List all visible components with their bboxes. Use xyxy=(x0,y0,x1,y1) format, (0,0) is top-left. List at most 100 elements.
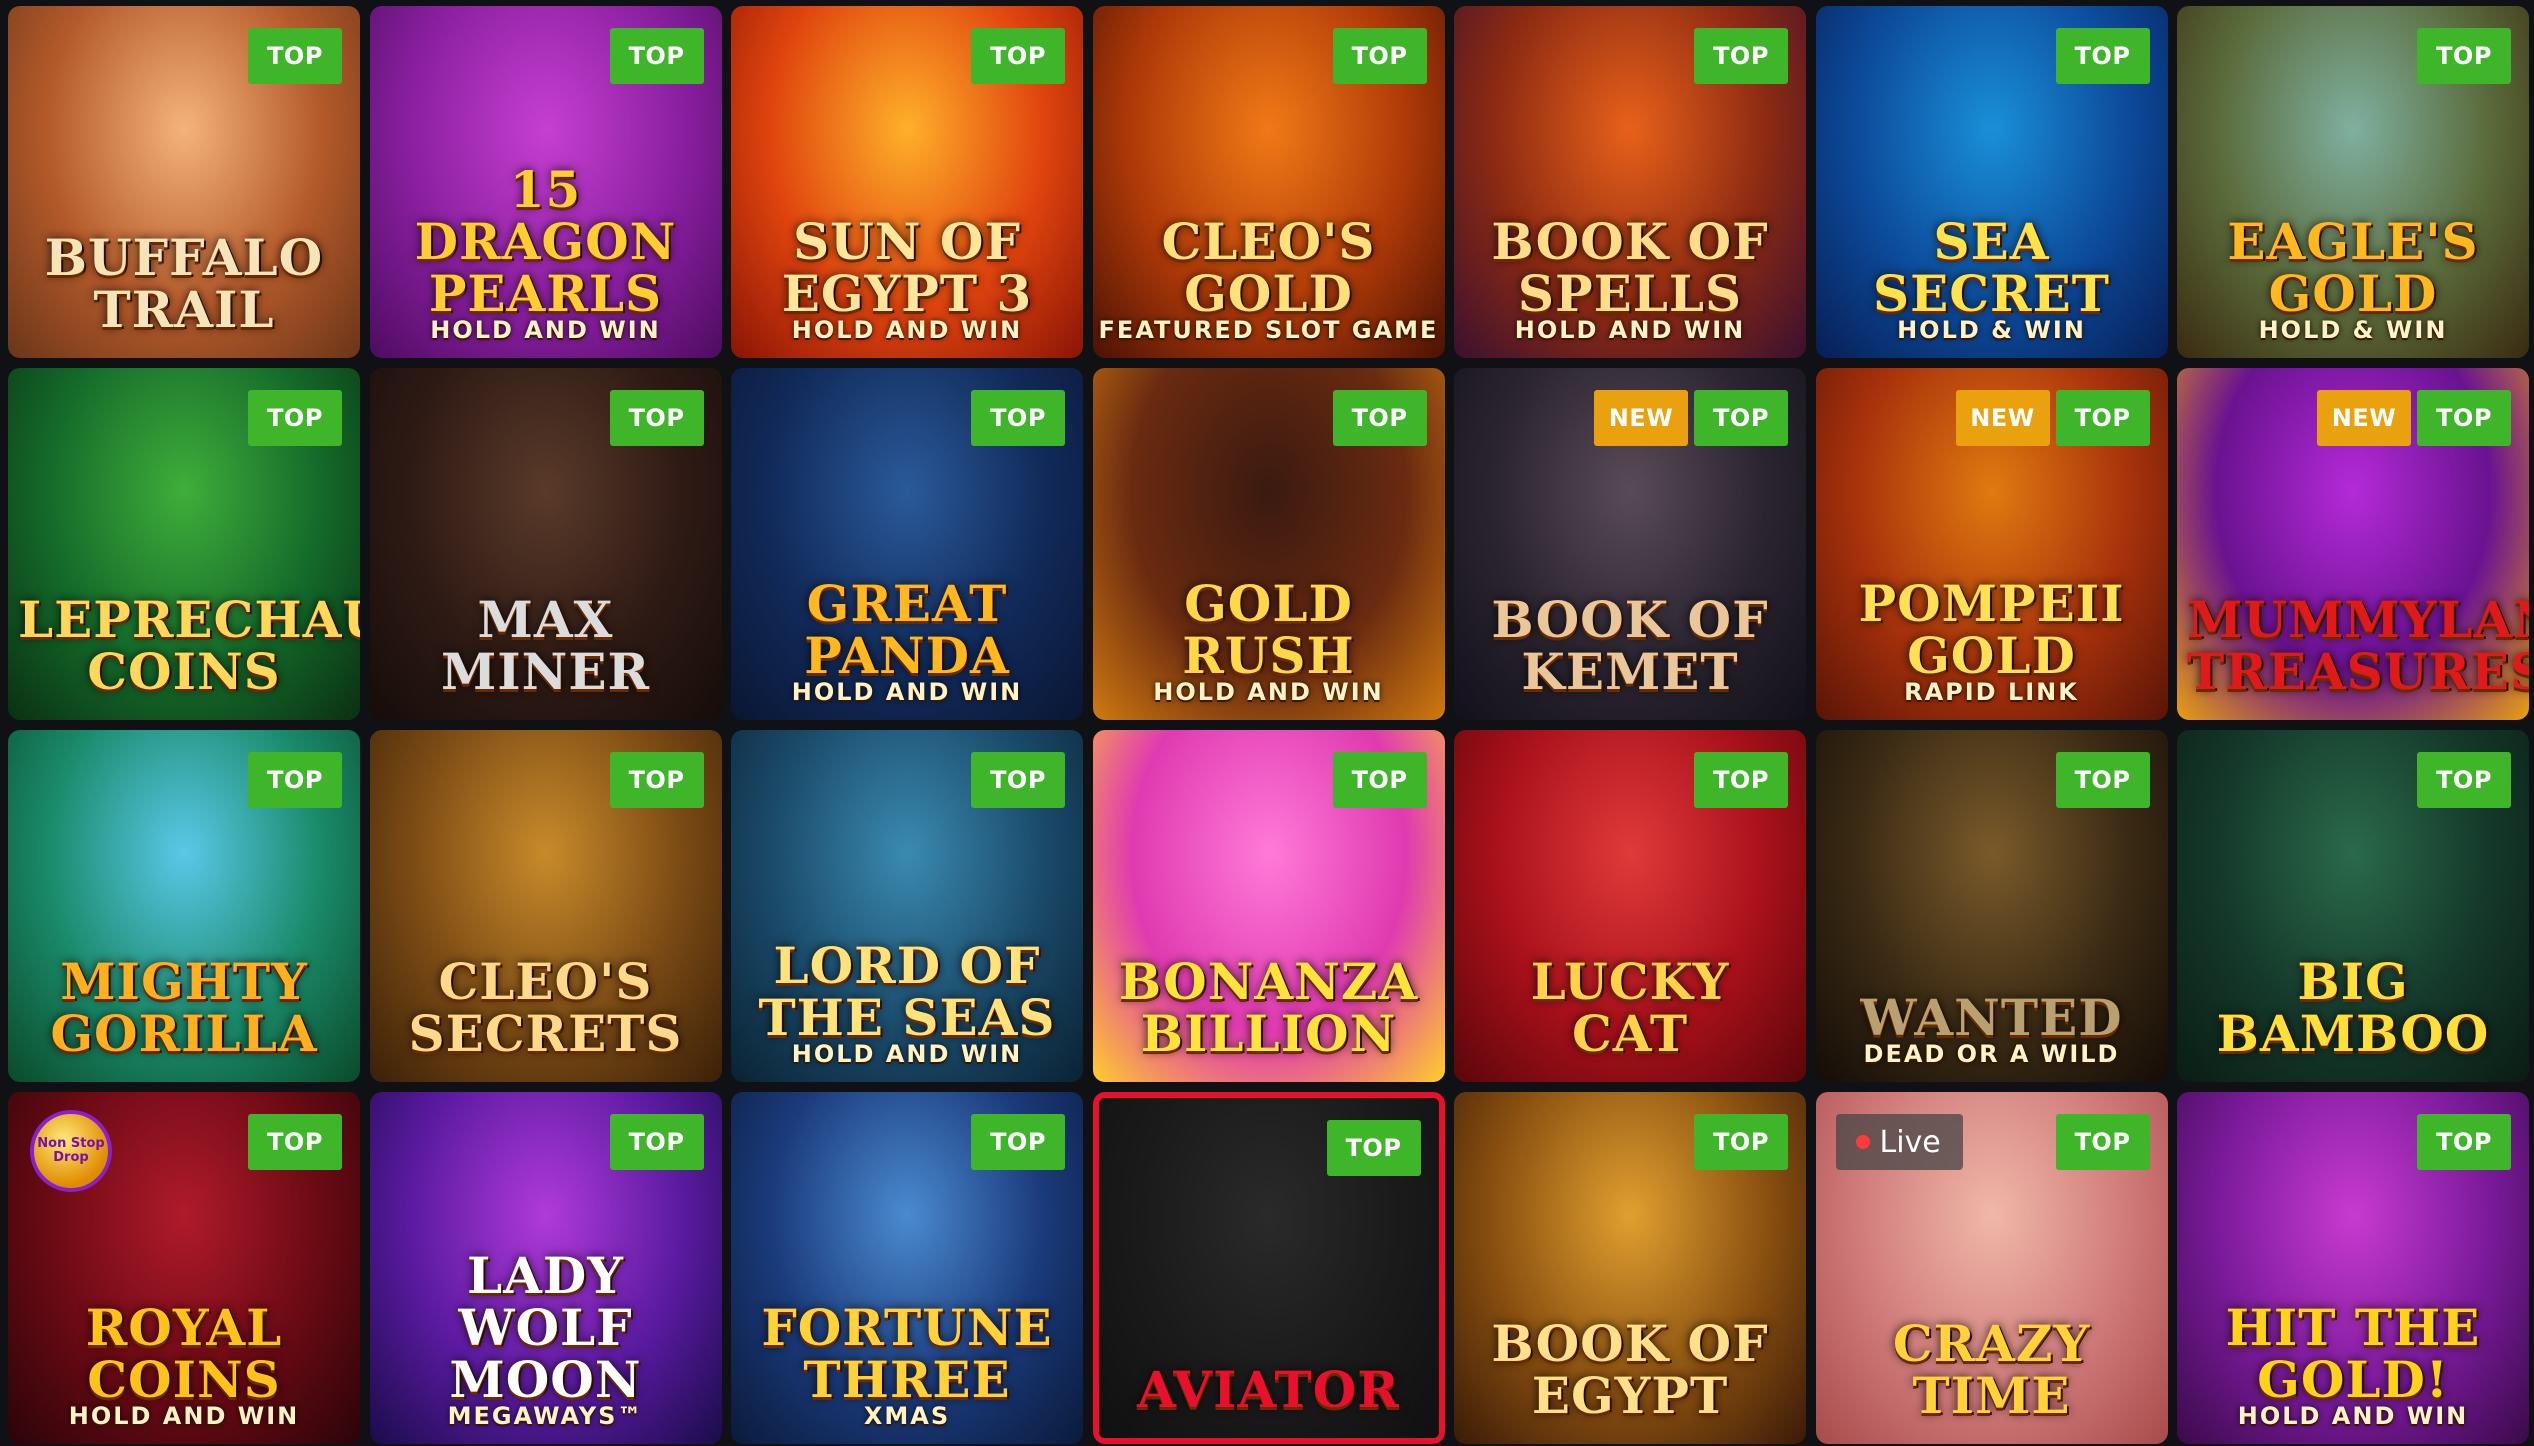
game-tile-mummyland-treasures[interactable]: Mummyland Treasures NEWTOP xyxy=(2177,368,2529,720)
game-tile-lord-of-the-seas[interactable]: Lord of the Seas Hold and Win TOP xyxy=(731,730,1083,1082)
game-title: Fortune Three xyxy=(761,1298,1053,1409)
top-badge: TOP xyxy=(1332,752,1427,808)
game-tile-big-bamboo[interactable]: Big Bamboo TOP xyxy=(2177,730,2529,1082)
game-title: Book of Spells xyxy=(1491,212,1769,323)
game-title: Cleo's Gold xyxy=(1161,212,1376,323)
game-tile-royal-coins[interactable]: Royal Coins Hold and Win Non Stop Drop TOP xyxy=(8,1092,360,1444)
game-title: Bonanza Billion xyxy=(1118,952,1419,1063)
badge-group: NEW TOP xyxy=(1955,390,2150,446)
badge-group: TOP xyxy=(2417,752,2511,808)
game-title: Leprechaun's Coins xyxy=(18,590,360,701)
game-subtitle: Hold and Win xyxy=(791,678,1023,706)
badge-group: TOP xyxy=(248,752,342,808)
game-title: Hit the Gold! xyxy=(2225,1298,2481,1409)
game-tile-wanted-dead-or-a-wild[interactable]: Wanted Dead or a Wild TOP xyxy=(1815,730,2168,1082)
game-tile-fortune-three-xmas[interactable]: Fortune Three Xmas TOP xyxy=(731,1092,1083,1444)
game-title: Book of Egypt xyxy=(1491,1314,1769,1425)
game-tile-mighty-gorilla[interactable]: Mighty Gorilla TOP xyxy=(8,730,360,1082)
game-title: Lord of the Seas xyxy=(758,936,1056,1047)
game-title: Aviator xyxy=(1137,1360,1400,1419)
game-tile-book-of-egypt[interactable]: Book of Egypt TOP xyxy=(1454,1092,1806,1444)
live-badge-label: Live xyxy=(1879,1124,1941,1160)
badge-group: TOP xyxy=(2417,28,2511,84)
game-title: Gold Rush xyxy=(1182,574,1355,685)
badge-group: TOP xyxy=(609,28,704,84)
game-tile-aviator[interactable]: Aviator TOP xyxy=(1092,1092,1445,1444)
game-subtitle: Hold and Win xyxy=(791,1040,1023,1068)
top-badge: TOP xyxy=(248,752,342,808)
game-subtitle: Hold and Win xyxy=(1153,678,1384,706)
badge-group: TOP xyxy=(971,28,1065,84)
game-subtitle: Featured Slot Game xyxy=(1098,316,1439,344)
game-tile-sea-secret[interactable]: Sea Secret Hold & Win TOP xyxy=(1815,6,2168,358)
game-title: Big Bamboo xyxy=(2216,952,2490,1063)
badge-group: NEW TOP xyxy=(2317,390,2511,446)
top-badge: TOP xyxy=(1332,28,1427,84)
badge-group: TOP xyxy=(1694,752,1788,808)
game-tile-great-panda[interactable]: Great Panda Hold and Win TOP xyxy=(731,368,1083,720)
game-tile-pompeii-gold[interactable]: Pompeii Gold Rapid Link NEW TOP xyxy=(1815,368,2168,720)
new-badge: NEW xyxy=(1955,390,2050,446)
badge-group: TOP xyxy=(2055,1114,2150,1170)
game-subtitle: Hold and Win xyxy=(2237,1402,2469,1430)
game-tile-cleos-gold[interactable]: Cleo's Gold Featured Slot Game TOP xyxy=(1092,6,1445,358)
game-title: Great Panda xyxy=(804,574,1010,685)
game-tile-cleos-secrets[interactable]: Cleo's Secrets TOP xyxy=(369,730,722,1082)
top-badge: TOP xyxy=(1694,1114,1788,1170)
top-badge: TOP xyxy=(971,28,1065,84)
game-title: 15 Dragon Pearls xyxy=(414,160,677,323)
game-tile-15-dragon-pearls[interactable]: 15 Dragon Pearls Hold and Win TOP xyxy=(369,6,722,358)
top-badge: TOP xyxy=(609,1114,704,1170)
badge-group: TOP xyxy=(1326,1120,1421,1176)
game-tile-book-of-kemet[interactable]: Book of Kemet NEW TOP xyxy=(1454,368,1806,720)
game-subtitle: Dead or a Wild xyxy=(1863,1040,2120,1068)
top-badge: TOP xyxy=(2055,752,2150,808)
game-tile-max-miner[interactable]: Max Miner TOP xyxy=(369,368,722,720)
game-tile-leprechauns-coins[interactable]: Leprechaun's Coins TOP xyxy=(8,368,360,720)
badge-group: TOP xyxy=(609,390,704,446)
badge-group: TOP xyxy=(2055,28,2150,84)
badge-group: TOP xyxy=(971,390,1065,446)
new-badge: NEW xyxy=(2317,390,2411,446)
top-badge: TOP xyxy=(609,752,704,808)
top-badge: TOP xyxy=(1326,1120,1421,1176)
game-tile-sun-of-egypt-3[interactable]: Sun of Egypt 3 Hold and Win TOP xyxy=(731,6,1083,358)
game-title: Max Miner xyxy=(440,590,651,701)
top-badge: TOP xyxy=(609,390,704,446)
top-badge: TOP xyxy=(971,752,1065,808)
top-badge: TOP xyxy=(1694,752,1788,808)
game-subtitle: Hold and Win xyxy=(791,316,1023,344)
game-title: Pompeii Gold xyxy=(1858,574,2125,685)
game-tile-eagles-gold[interactable]: Eagle's Gold Hold & Win TOP xyxy=(2177,6,2529,358)
top-badge: TOP xyxy=(2055,1114,2150,1170)
game-tile-book-of-spells[interactable]: Book of Spells Hold and Win TOP xyxy=(1454,6,1806,358)
top-badge: TOP xyxy=(1694,28,1788,84)
game-title: Crazy Time xyxy=(1892,1314,2091,1425)
game-tile-crazy-time[interactable]: Crazy Time Live TOP xyxy=(1815,1092,2168,1444)
game-tile-gold-rush-johnny-cash[interactable]: Gold Rush Hold and Win TOP xyxy=(1092,368,1445,720)
game-title: Mighty Gorilla xyxy=(50,952,318,1063)
game-title: Book of Kemet xyxy=(1491,590,1769,701)
badge-group: TOP xyxy=(248,390,342,446)
top-badge: TOP xyxy=(2055,390,2150,446)
game-subtitle: Xmas xyxy=(863,1402,951,1430)
game-subtitle: Hold and Win xyxy=(1514,316,1746,344)
game-tile-buffalo-trail[interactable]: Buffalo Trail TOP xyxy=(8,6,360,358)
game-tile-lucky-cat[interactable]: Lucky Cat TOP xyxy=(1454,730,1806,1082)
non-stop-drop-logo: Non Stop Drop xyxy=(30,1110,112,1192)
top-badge: TOP xyxy=(248,1114,342,1170)
game-tile-lady-wolf-moon-megaways[interactable]: Lady Wolf Moon Megaways™ TOP xyxy=(369,1092,722,1444)
badge-group: TOP xyxy=(2055,752,2150,808)
top-badge: TOP xyxy=(248,28,342,84)
game-tile-hit-the-gold[interactable]: Hit the Gold! Hold and Win TOP xyxy=(2177,1092,2529,1444)
game-title: Wanted xyxy=(1860,988,2123,1047)
badge-group: TOP xyxy=(1694,28,1788,84)
top-badge: TOP xyxy=(2417,28,2511,84)
top-badge: TOP xyxy=(248,390,342,446)
game-title: Royal Coins xyxy=(85,1298,283,1409)
game-title: Sun of Egypt 3 xyxy=(781,212,1033,323)
badge-group: TOP xyxy=(1332,28,1427,84)
game-subtitle: Megaways™ xyxy=(447,1402,644,1430)
game-title: Buffalo Trail xyxy=(44,228,324,339)
game-tile-bonanza-billion[interactable]: Bonanza Billion TOP xyxy=(1092,730,1445,1082)
